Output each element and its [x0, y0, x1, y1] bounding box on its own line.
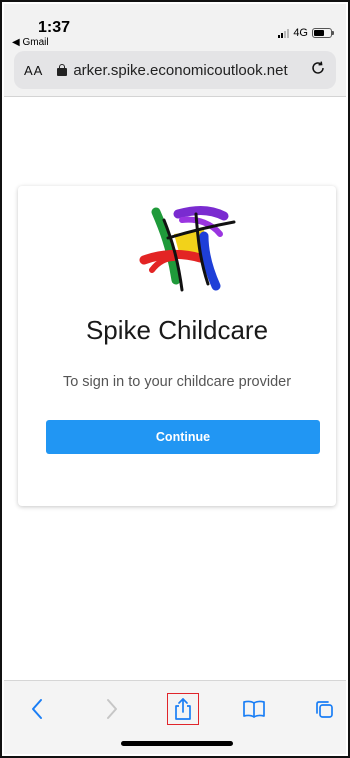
spike-logo [138, 200, 238, 296]
reload-icon[interactable] [310, 60, 326, 81]
chevron-right-icon [107, 699, 117, 719]
battery-icon [312, 28, 334, 38]
chevron-left-icon [32, 699, 42, 719]
sign-in-card: Spike Childcare To sign in to your child… [18, 186, 336, 506]
status-indicators: 4G [278, 26, 334, 40]
bookmarks-button[interactable] [238, 695, 270, 723]
page-subtitle: To sign in to your childcare provider [62, 374, 292, 390]
home-indicator[interactable] [121, 741, 233, 746]
browser-top-chrome: 1:37 ◀ Gmail 4G AA arker.spike.economico… [4, 4, 346, 96]
page-title: Spike Childcare [85, 315, 269, 345]
forward-button[interactable] [96, 695, 128, 723]
phone-screen: 1:37 ◀ Gmail 4G AA arker.spike.economico… [0, 0, 350, 758]
back-button[interactable] [21, 695, 53, 723]
chrome-divider [4, 96, 346, 97]
browser-toolbar [4, 680, 346, 754]
back-to-app-link[interactable]: ◀ Gmail [12, 37, 49, 48]
status-time: 1:37 [38, 19, 71, 36]
network-type: 4G [293, 27, 308, 39]
tabs-button[interactable] [308, 695, 340, 723]
lock-icon [57, 64, 68, 76]
share-button[interactable] [167, 693, 199, 725]
address-bar[interactable]: AA arker.spike.economicoutlook.net [14, 51, 336, 89]
continue-button[interactable]: Continue [46, 420, 320, 454]
text-size-button[interactable]: AA [24, 63, 43, 78]
signal-icon [278, 28, 290, 38]
share-icon [175, 698, 191, 720]
url-text[interactable]: arker.spike.economicoutlook.net [73, 62, 304, 79]
bookmarks-icon [243, 700, 265, 718]
tabs-icon [316, 701, 333, 718]
